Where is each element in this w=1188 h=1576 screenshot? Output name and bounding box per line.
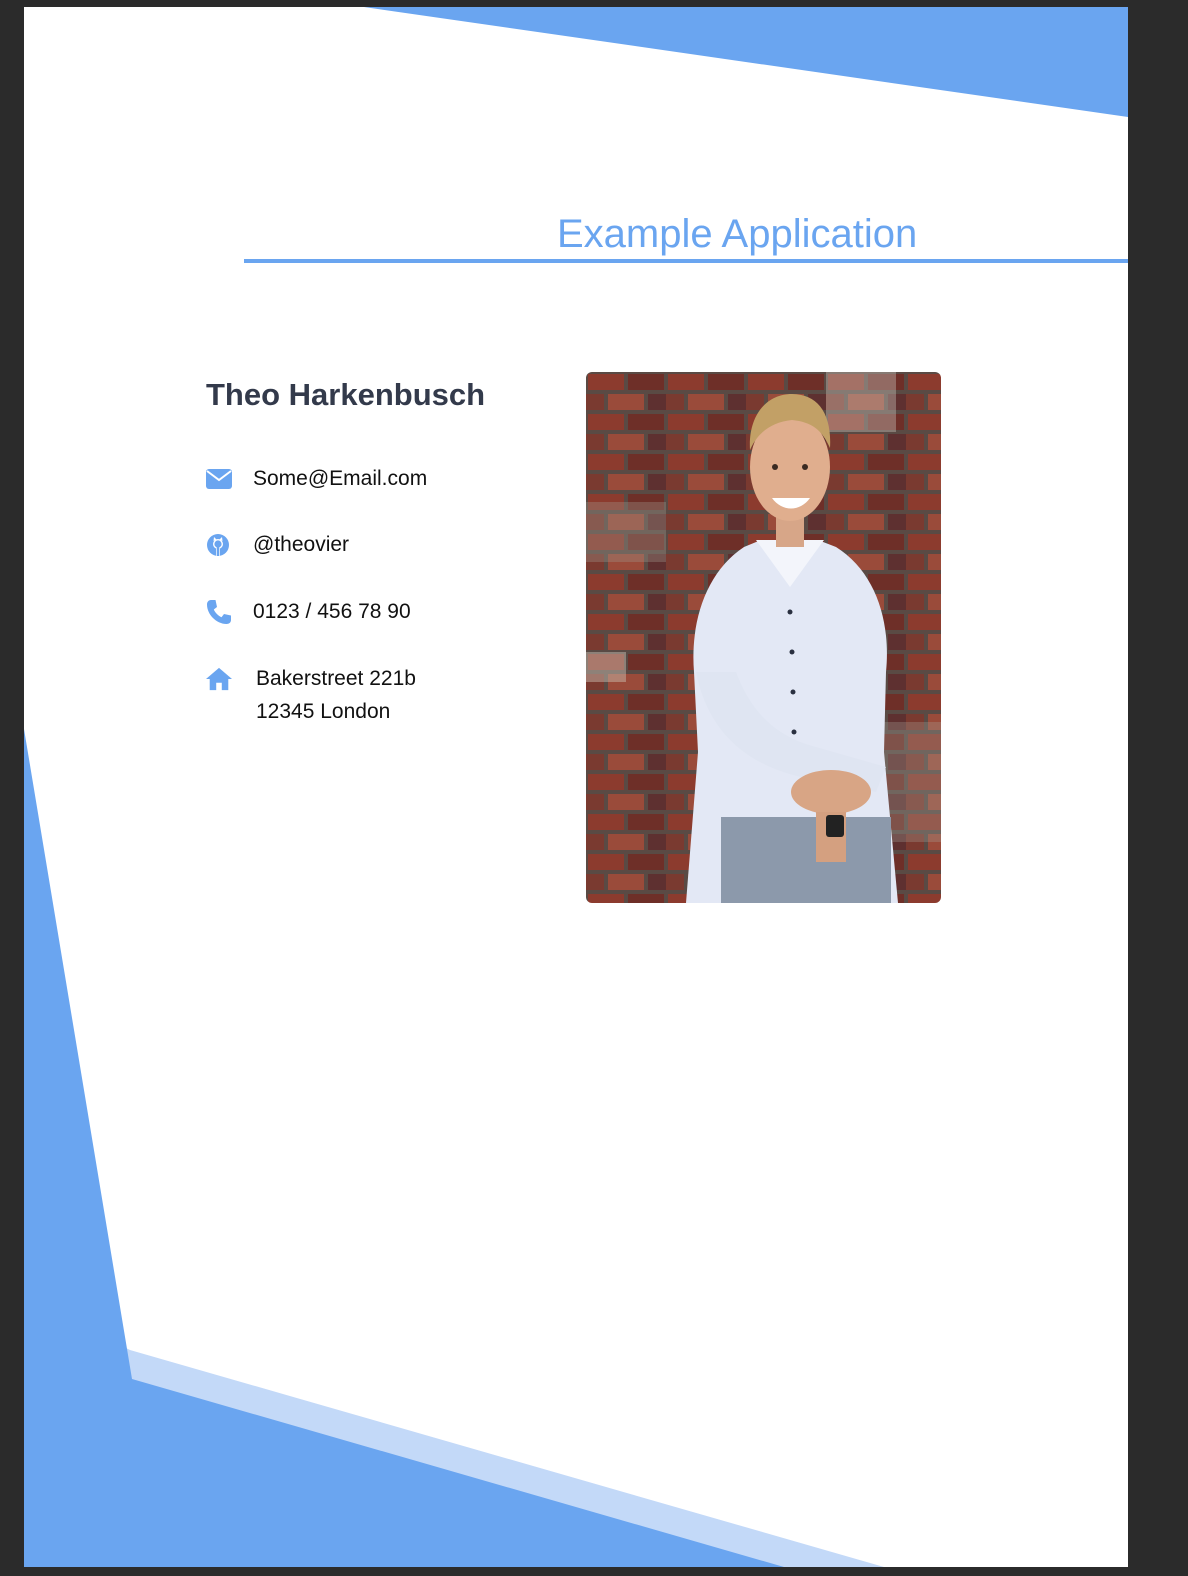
home-icon — [206, 662, 232, 695]
document-title: Example Application — [557, 212, 918, 256]
github-icon — [206, 528, 232, 561]
pdf-viewer: Example Application Theo Harkenbusch Som… — [0, 0, 1188, 1576]
contact-address: Bakerstreet 221b 12345 London — [206, 662, 416, 728]
contact-phone: 0123 / 456 78 90 — [206, 595, 411, 628]
address-street: Bakerstreet 221b — [256, 667, 416, 690]
github-link[interactable]: @theovier — [253, 528, 349, 561]
address-block: Bakerstreet 221b 12345 London — [256, 662, 416, 728]
phone-icon — [206, 595, 232, 628]
title-underline — [244, 259, 1128, 263]
document-page: Example Application Theo Harkenbusch Som… — [24, 7, 1128, 1567]
contact-github: @theovier — [206, 528, 349, 561]
document-header: Example Application — [244, 202, 1128, 263]
address-city: 12345 London — [256, 700, 391, 723]
top-right-accent-shape — [364, 7, 1128, 117]
contact-email: Some@Email.com — [206, 462, 427, 495]
applicant-name: Theo Harkenbusch — [206, 377, 486, 412]
email-link[interactable]: Some@Email.com — [253, 462, 427, 495]
applicant-photo — [586, 372, 941, 903]
envelope-icon — [206, 462, 232, 495]
profile-section: Theo Harkenbusch Some@Email.com @theovie… — [206, 377, 566, 723]
phone-link[interactable]: 0123 / 456 78 90 — [253, 595, 411, 628]
